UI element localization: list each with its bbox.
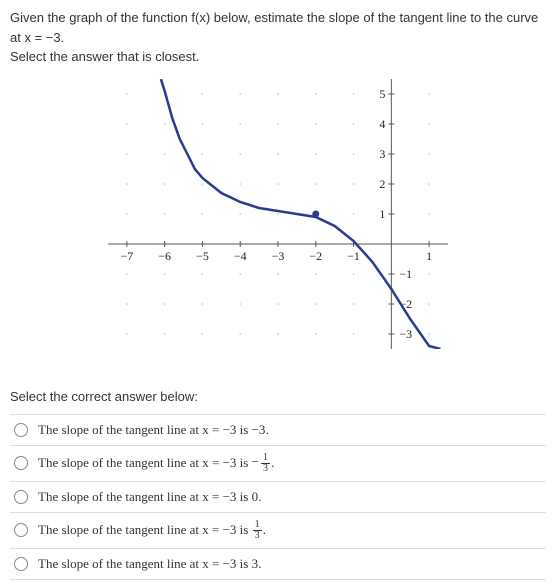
radio-icon[interactable] bbox=[14, 523, 28, 537]
svg-text:−3: −3 bbox=[272, 249, 285, 263]
option-label: The slope of the tangent line at x = −3 … bbox=[38, 520, 266, 541]
question-line1: Given the graph of the function f(x) bel… bbox=[10, 10, 538, 45]
function-graph: −7−6−5−4−3−2−11−3−2−112345 bbox=[108, 79, 448, 349]
radio-icon[interactable] bbox=[14, 490, 28, 504]
svg-text:−1: −1 bbox=[347, 249, 360, 263]
option-0[interactable]: The slope of the tangent line at x = −3 … bbox=[10, 415, 546, 446]
svg-text:−3: −3 bbox=[399, 327, 412, 341]
answer-prompt: Select the correct answer below: bbox=[10, 389, 546, 404]
svg-text:−7: −7 bbox=[120, 249, 133, 263]
svg-text:−5: −5 bbox=[196, 249, 209, 263]
question-text: Given the graph of the function f(x) bel… bbox=[10, 8, 546, 67]
svg-text:1: 1 bbox=[379, 207, 385, 221]
svg-text:−2: −2 bbox=[309, 249, 322, 263]
svg-text:2: 2 bbox=[379, 177, 385, 191]
option-label: The slope of the tangent line at x = −3 … bbox=[38, 556, 262, 572]
svg-text:4: 4 bbox=[379, 117, 385, 131]
option-4[interactable]: The slope of the tangent line at x = −3 … bbox=[10, 549, 546, 580]
chart-container: −7−6−5−4−3−2−11−3−2−112345 bbox=[10, 79, 546, 349]
svg-text:3: 3 bbox=[379, 147, 385, 161]
svg-text:1: 1 bbox=[426, 249, 432, 263]
option-3[interactable]: The slope of the tangent line at x = −3 … bbox=[10, 513, 546, 549]
radio-icon[interactable] bbox=[14, 423, 28, 437]
option-label: The slope of the tangent line at x = −3 … bbox=[38, 453, 275, 474]
option-2[interactable]: The slope of the tangent line at x = −3 … bbox=[10, 482, 546, 513]
option-1[interactable]: The slope of the tangent line at x = −3 … bbox=[10, 446, 546, 482]
svg-text:−6: −6 bbox=[158, 249, 171, 263]
svg-text:−1: −1 bbox=[399, 267, 412, 281]
radio-icon[interactable] bbox=[14, 456, 28, 470]
question-line2: Select the answer that is closest. bbox=[10, 49, 199, 64]
options-list: The slope of the tangent line at x = −3 … bbox=[10, 414, 546, 580]
svg-text:−4: −4 bbox=[234, 249, 247, 263]
option-label: The slope of the tangent line at x = −3 … bbox=[38, 422, 269, 438]
option-label: The slope of the tangent line at x = −3 … bbox=[38, 489, 262, 505]
svg-text:5: 5 bbox=[379, 87, 385, 101]
radio-icon[interactable] bbox=[14, 557, 28, 571]
